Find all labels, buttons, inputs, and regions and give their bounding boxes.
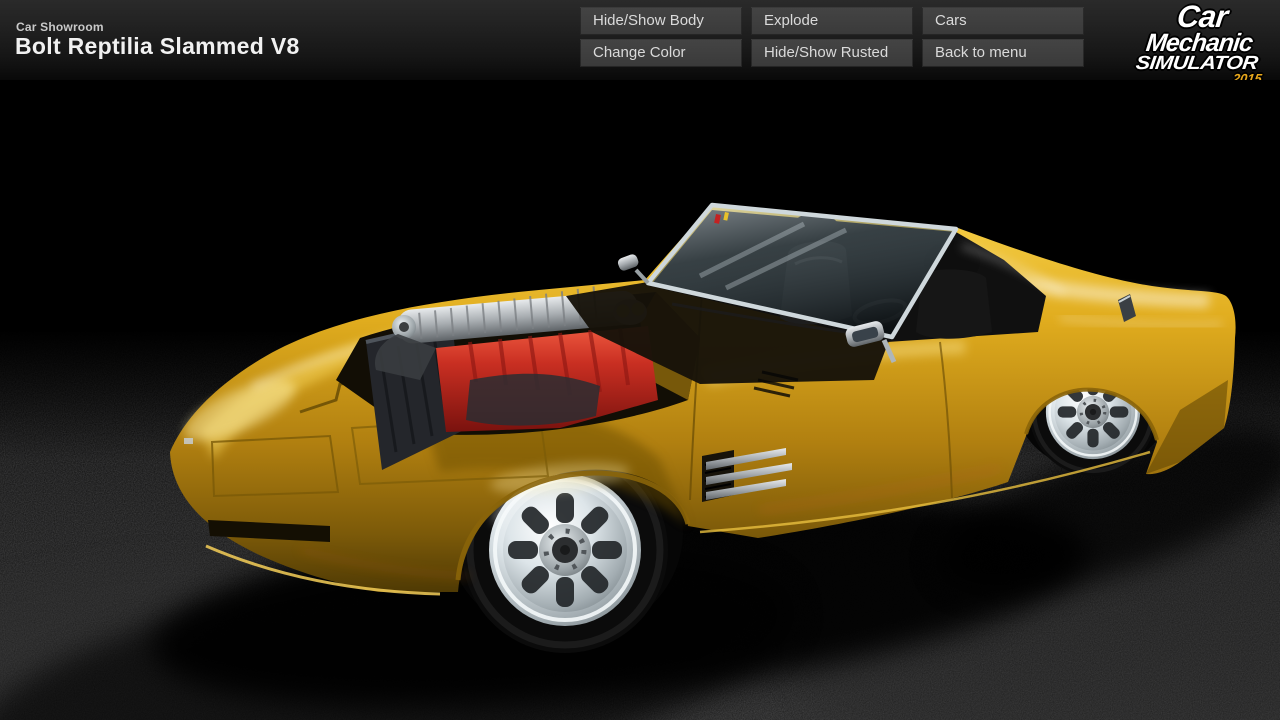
cars-button[interactable]: Cars — [922, 7, 1084, 35]
showroom-viewport[interactable] — [0, 80, 1280, 720]
nose-emblem — [184, 438, 193, 444]
hide-show-body-button[interactable]: Hide/Show Body — [580, 7, 742, 35]
explode-button[interactable]: Explode — [751, 7, 913, 35]
car-render — [0, 80, 1280, 720]
hide-show-rusted-button[interactable]: Hide/Show Rusted — [751, 39, 913, 67]
game-logo: Car Mechanic SIMULATOR 2015 — [1119, 3, 1279, 86]
top-bar: Car Showroom Bolt Reptilia Slammed V8 Hi… — [0, 0, 1280, 80]
app-window: { "header": { "breadcrumb": "Car Showroo… — [0, 0, 1280, 720]
breadcrumb: Car Showroom — [16, 20, 104, 34]
page-title: Bolt Reptilia Slammed V8 — [15, 33, 300, 60]
logo-line-3: SIMULATOR — [1110, 55, 1280, 72]
logo-line-2: Mechanic — [1123, 32, 1276, 55]
change-color-button[interactable]: Change Color — [580, 39, 742, 67]
logo-line-1: Car — [1126, 3, 1280, 32]
back-to-menu-button[interactable]: Back to menu — [922, 39, 1084, 67]
